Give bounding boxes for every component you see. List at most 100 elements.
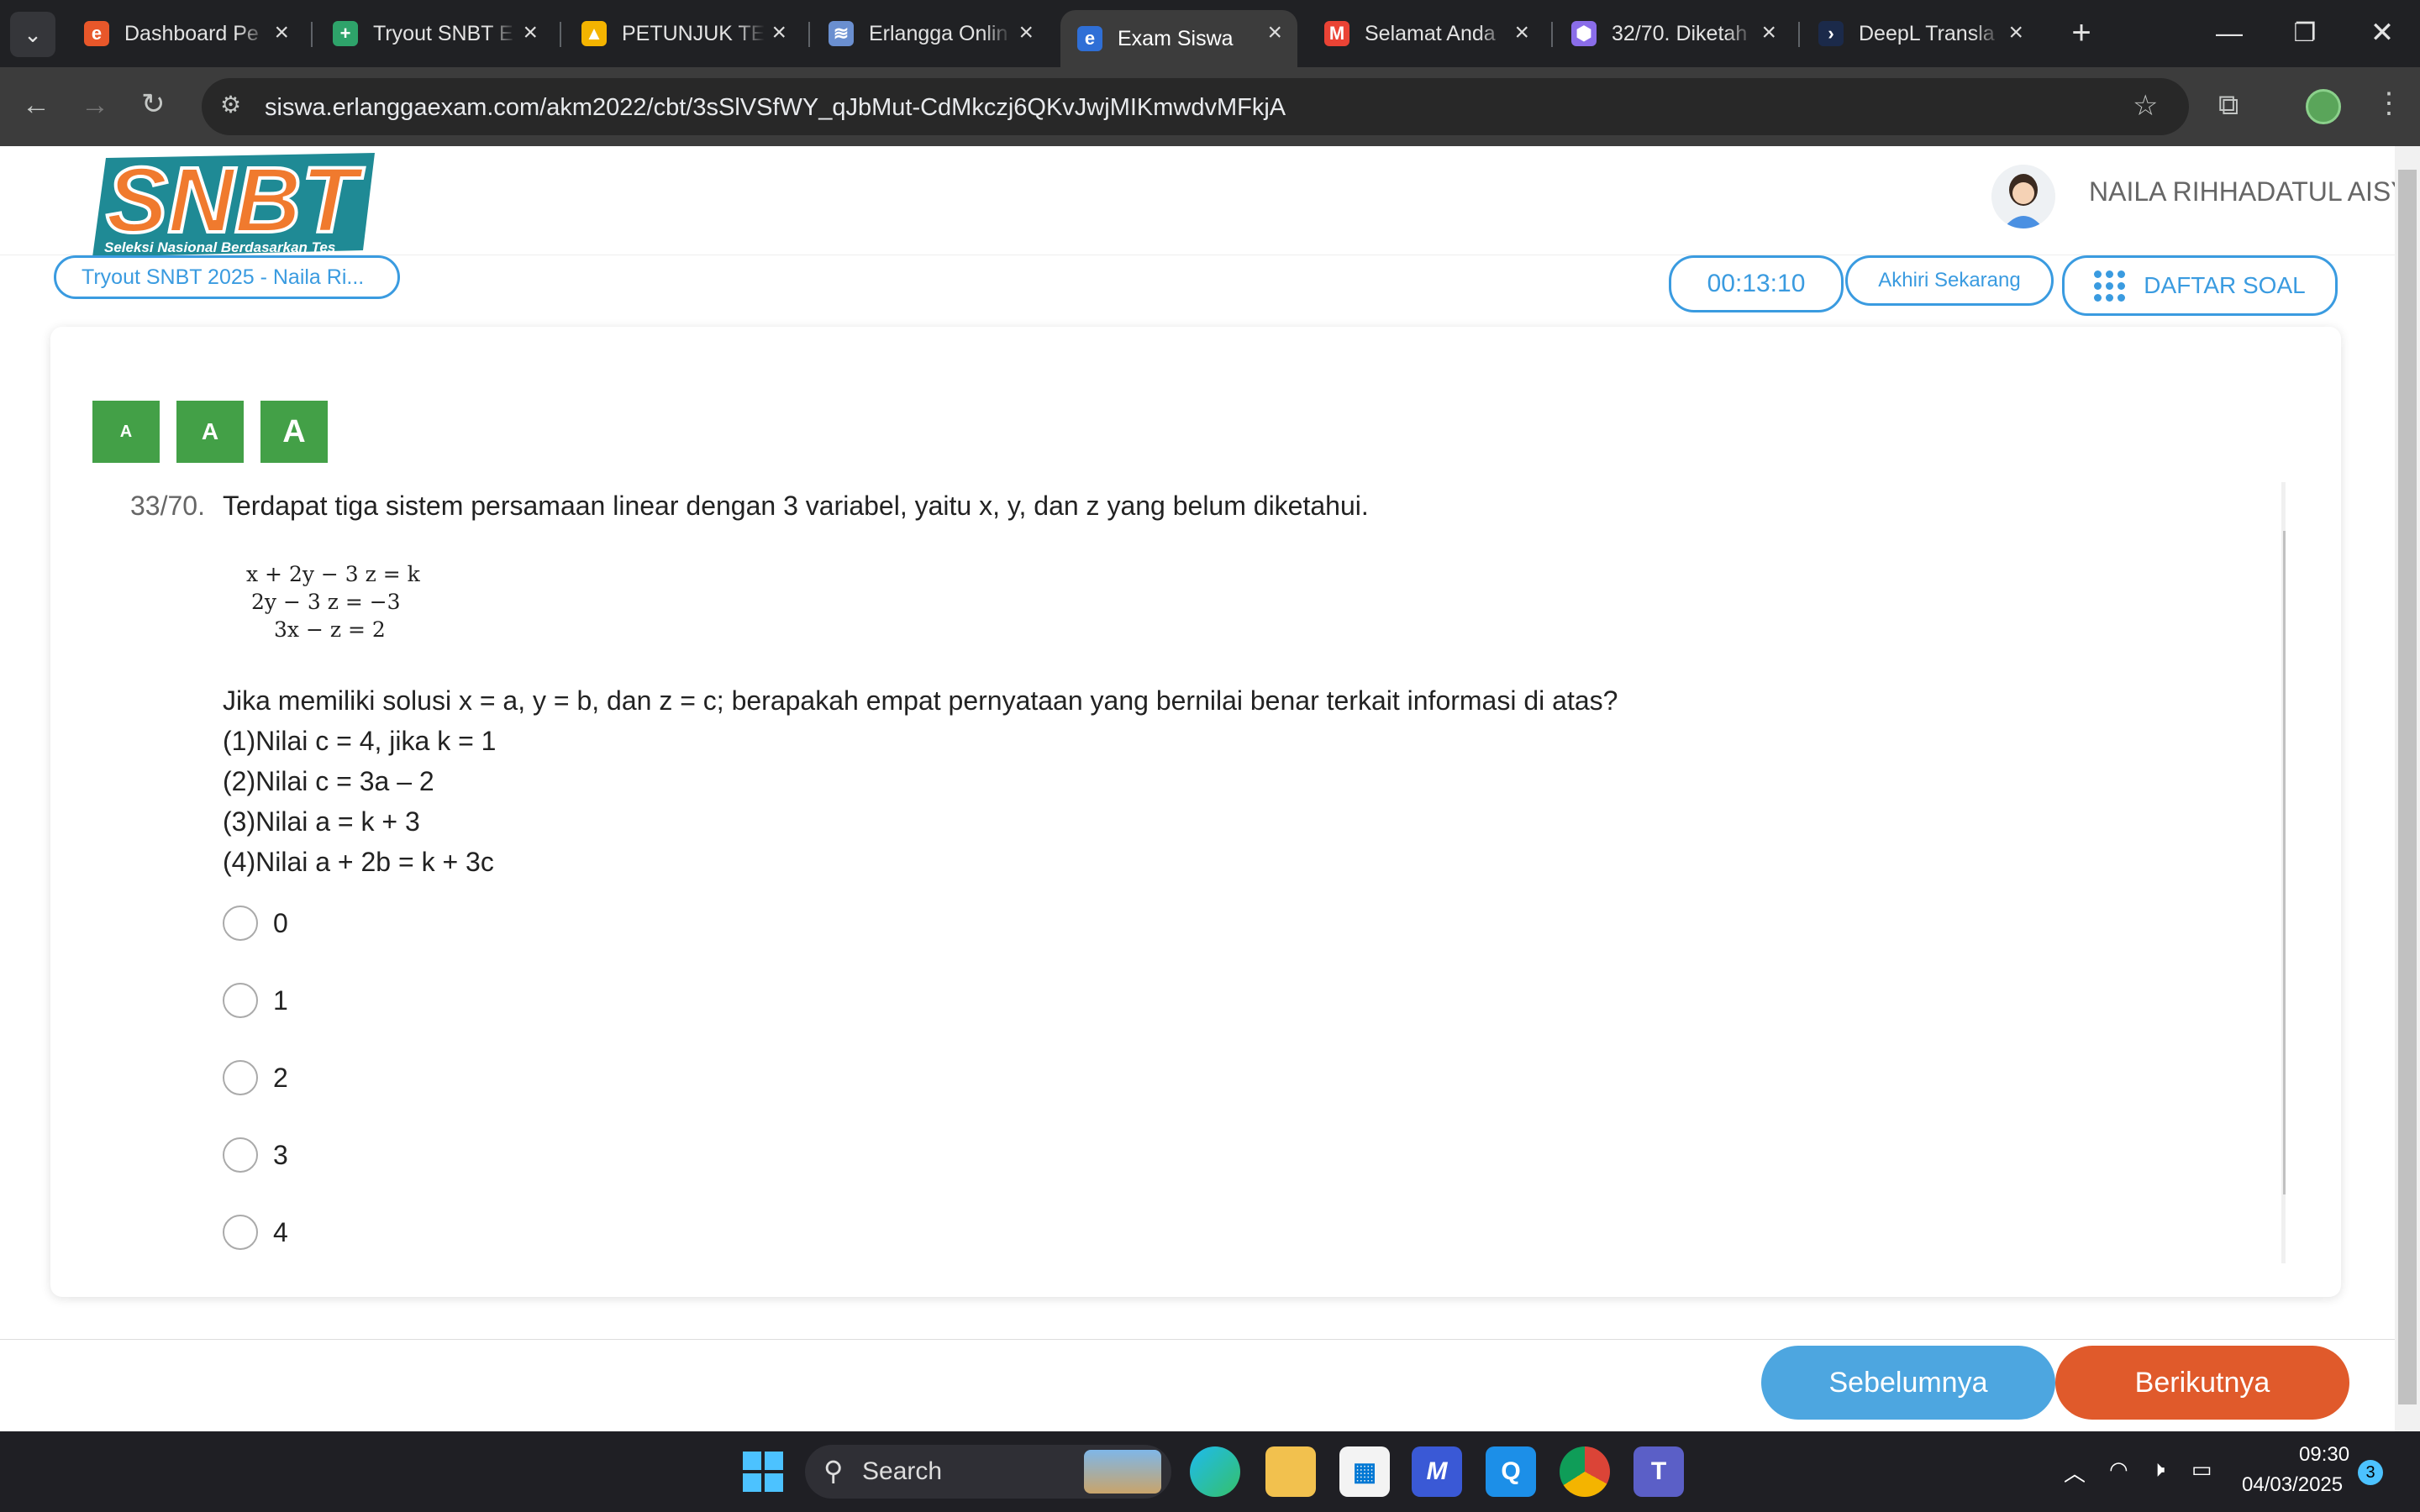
- close-tab-icon[interactable]: ×: [1267, 18, 1282, 47]
- answer-option-4[interactable]: 4: [223, 1215, 288, 1250]
- gmail-icon: M: [1324, 21, 1349, 46]
- equation-3: 3x − z = 2: [274, 617, 386, 642]
- close-tab-icon[interactable]: ×: [1514, 18, 1529, 47]
- browser-tab[interactable]: ⬢ 32/70. Diketah ×: [1555, 10, 1791, 57]
- font-size-small-button[interactable]: A: [92, 401, 160, 463]
- extensions-icon[interactable]: ⧉: [2218, 91, 2238, 119]
- tab-separator: [808, 22, 810, 47]
- taskbar-search[interactable]: ⚲ Search: [805, 1445, 1171, 1499]
- forward-icon[interactable]: →: [81, 91, 109, 119]
- snbt-logo: SNBT Seleksi Nasional Berdasarkan Tes: [89, 147, 380, 260]
- close-icon: ✕: [2370, 17, 2395, 49]
- radio-button[interactable]: [223, 1060, 258, 1095]
- teams-icon[interactable]: T: [1634, 1446, 1684, 1497]
- page-header: SNBT Seleksi Nasional Berdasarkan Tes NA…: [0, 146, 2395, 257]
- close-tab-icon[interactable]: ×: [1018, 18, 1034, 47]
- question-scrollbar[interactable]: ▲ ▼: [2281, 482, 2286, 1263]
- browser-tab[interactable]: M Selamat Anda ×: [1307, 10, 1544, 57]
- minimize-icon: —: [2216, 17, 2243, 48]
- reload-icon[interactable]: ↻: [141, 90, 166, 118]
- close-window-button[interactable]: ✕: [2361, 12, 2403, 54]
- question-scroll-thumb[interactable]: [2283, 531, 2286, 1194]
- radio-button[interactable]: [223, 1215, 258, 1250]
- close-tab-icon[interactable]: ×: [2008, 18, 2023, 47]
- app-m-icon[interactable]: M: [1412, 1446, 1462, 1497]
- windows-start-icon[interactable]: [743, 1452, 783, 1492]
- radio-button[interactable]: [223, 983, 258, 1018]
- question-list-label: DAFTAR SOAL: [2144, 272, 2306, 298]
- file-explorer-icon[interactable]: [1265, 1446, 1316, 1497]
- statement-2: (2)Nilai c = 3a – 2: [223, 766, 434, 796]
- search-highlight-icon: [1084, 1450, 1161, 1494]
- close-tab-icon[interactable]: ×: [771, 18, 786, 47]
- browser-tab[interactable]: e Dashboard Pe ×: [67, 10, 304, 57]
- equation-2: 2y − 3 z = −3: [251, 590, 401, 614]
- radio-button[interactable]: [223, 1137, 258, 1173]
- tab-separator: [1551, 22, 1553, 47]
- previous-button[interactable]: Sebelumnya: [1761, 1346, 2055, 1420]
- browser-tab[interactable]: + Tryout SNBT E ×: [316, 10, 553, 57]
- chrome-icon[interactable]: [1560, 1446, 1610, 1497]
- browser-tab[interactable]: ▲ PETUNJUK TEK ×: [565, 10, 802, 57]
- url-text[interactable]: siswa.erlanggaexam.com/akm2022/cbt/3sSlV…: [265, 94, 1286, 122]
- bookmark-star-icon[interactable]: ☆: [2133, 92, 2158, 120]
- option-label: 0: [273, 907, 288, 938]
- close-tab-icon[interactable]: ×: [523, 18, 538, 47]
- green-plus-icon: +: [333, 21, 358, 46]
- microsoft-store-icon[interactable]: ▦: [1339, 1446, 1390, 1497]
- tab-title: Tryout SNBT E: [373, 21, 513, 45]
- svg-text:SNBT: SNBT: [106, 150, 364, 252]
- close-tab-icon[interactable]: ×: [1761, 18, 1776, 47]
- answer-option-3[interactable]: 3: [223, 1137, 288, 1173]
- clock-date[interactable]: 04/03/2025: [2242, 1473, 2343, 1497]
- page-scrollbar[interactable]: [2395, 146, 2420, 1431]
- question-list-button[interactable]: DAFTAR SOAL: [2062, 255, 2338, 316]
- close-tab-icon[interactable]: ×: [274, 18, 289, 47]
- answer-option-0[interactable]: 0: [223, 906, 288, 941]
- edge-icon[interactable]: [1190, 1446, 1240, 1497]
- wifi-icon[interactable]: ◠: [2109, 1457, 2128, 1483]
- exam-page: SNBT Seleksi Nasional Berdasarkan Tes NA…: [0, 146, 2395, 1431]
- app-q-icon[interactable]: Q: [1486, 1446, 1536, 1497]
- erlangga-e-icon: e: [84, 21, 109, 46]
- profile-avatar[interactable]: [2306, 89, 2341, 124]
- option-label: 2: [273, 1062, 288, 1093]
- answer-option-1[interactable]: 1: [223, 983, 288, 1018]
- tab-title: Erlangga Onlin: [869, 21, 1008, 45]
- next-button[interactable]: Berikutnya: [2055, 1346, 2349, 1420]
- exam-timer: 00:13:10: [1669, 255, 1844, 312]
- menu-kebab-icon[interactable]: ⋮: [2375, 89, 2403, 118]
- search-label: Search: [862, 1457, 943, 1485]
- tab-title: Exam Siswa: [1118, 26, 1234, 50]
- end-exam-button[interactable]: Akhiri Sekarang: [1845, 255, 2054, 306]
- tab-separator: [560, 22, 561, 47]
- answer-option-2[interactable]: 2: [223, 1060, 288, 1095]
- site-settings-icon[interactable]: ⚙: [220, 93, 241, 117]
- radio-button[interactable]: [223, 906, 258, 941]
- font-size-medium-button[interactable]: A: [176, 401, 244, 463]
- restore-button[interactable]: ❐: [2284, 12, 2326, 54]
- minimize-button[interactable]: —: [2208, 12, 2250, 54]
- snbt-logo-graphic: SNBT Seleksi Nasional Berdasarkan Tes: [92, 147, 375, 257]
- question-prompt: Jika memiliki solusi x = a, y = b, dan z…: [223, 685, 1618, 716]
- user-name: NAILA RIHHADATUL AISY: [2089, 176, 2395, 207]
- notification-badge[interactable]: 3: [2358, 1460, 2383, 1485]
- browser-tab[interactable]: e Exam Siswa ×: [1060, 10, 1297, 67]
- page-scroll-thumb[interactable]: [2398, 170, 2417, 1404]
- address-bar[interactable]: ⚙ siswa.erlanggaexam.com/akm2022/cbt/3sS…: [202, 78, 2189, 135]
- equation-1: x + 2y − 3 z = k: [246, 562, 420, 586]
- tryout-label[interactable]: Tryout SNBT 2025 - Naila Ri...: [54, 255, 400, 299]
- battery-icon[interactable]: ▭: [2191, 1457, 2212, 1483]
- browser-tab[interactable]: ≋ Erlangga Onlin ×: [812, 10, 1049, 57]
- speaker-muted-icon[interactable]: 🕨: [2151, 1457, 2165, 1483]
- clock-time[interactable]: 09:30: [2299, 1443, 2349, 1467]
- new-tab-button[interactable]: +: [2060, 12, 2102, 54]
- chevron-up-icon[interactable]: ︿: [2064, 1457, 2086, 1488]
- font-size-large-button[interactable]: A: [260, 401, 328, 463]
- question-card: A A A 33/70. Terdapat tiga sistem persam…: [50, 327, 2341, 1297]
- browser-tab[interactable]: › DeepL Transla ×: [1802, 10, 2039, 57]
- user-avatar: [1991, 165, 2055, 228]
- back-icon[interactable]: ←: [22, 91, 50, 119]
- svg-text:Seleksi Nasional Berdasarkan T: Seleksi Nasional Berdasarkan Tes: [104, 239, 335, 255]
- tab-search-button[interactable]: ⌄: [10, 12, 55, 57]
